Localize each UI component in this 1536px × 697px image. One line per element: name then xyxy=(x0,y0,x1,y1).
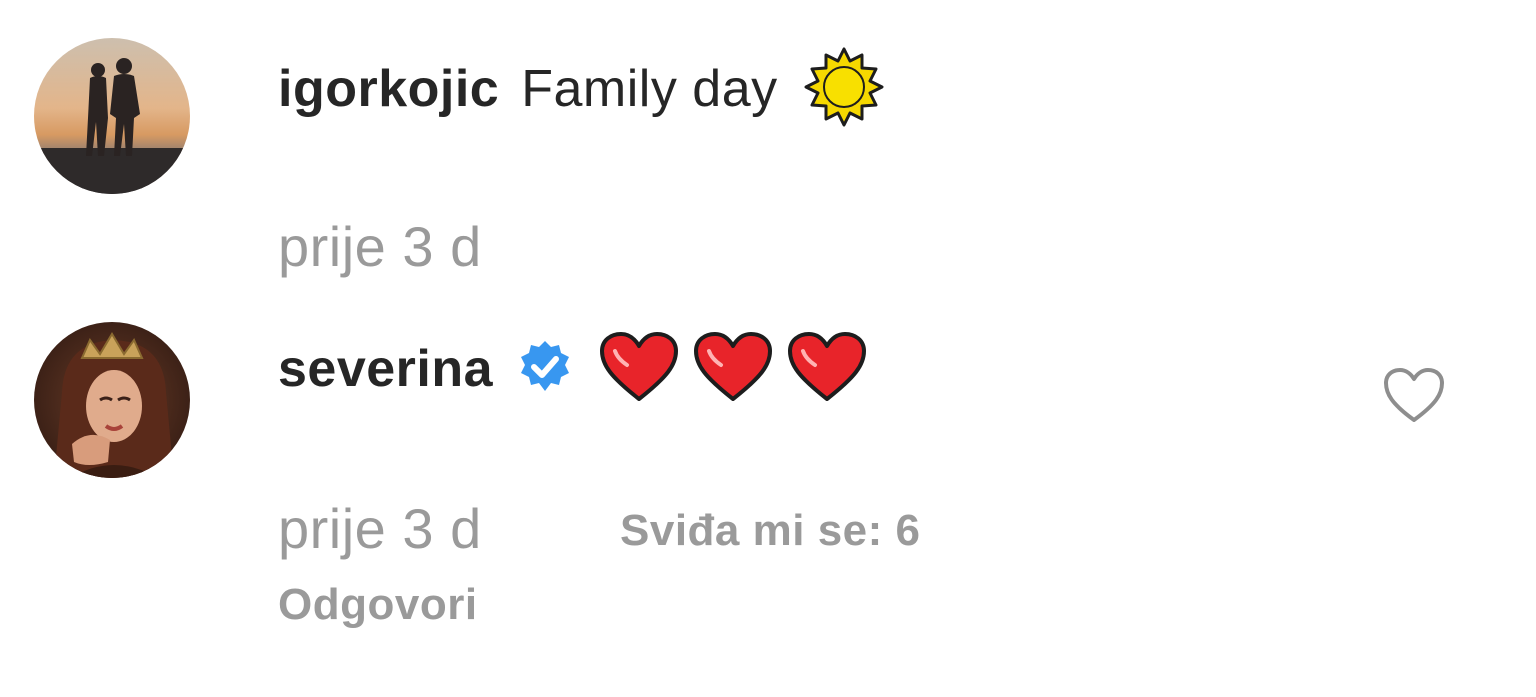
avatar-severina[interactable] xyxy=(34,322,190,478)
comment-1-body: igorkojic Family day xyxy=(278,47,884,126)
red-heart-emoji-icon xyxy=(787,331,867,408)
comment-timestamp: prije 3 d xyxy=(278,497,482,560)
comment-text: Family day xyxy=(521,60,778,118)
comment-username[interactable]: igorkojic xyxy=(278,59,499,119)
heart-outline-icon[interactable] xyxy=(1382,366,1446,426)
verified-badge-icon xyxy=(517,339,573,400)
comment-like-count[interactable]: Sviđa mi se: 6 xyxy=(620,506,920,556)
comment-timestamp: prije 3 d xyxy=(278,215,482,278)
avatar-igorkojic[interactable] xyxy=(34,38,190,194)
comment-username[interactable]: severina xyxy=(278,339,493,399)
comments-section: igorkojic Family day prije 3 d severina … xyxy=(0,0,1536,697)
red-heart-emoji-icon xyxy=(693,331,773,408)
sun-emoji-icon xyxy=(804,47,884,132)
red-heart-emoji-icon xyxy=(599,331,679,408)
reply-button[interactable]: Odgovori xyxy=(278,580,478,630)
comment-2-body: severina xyxy=(278,331,867,402)
